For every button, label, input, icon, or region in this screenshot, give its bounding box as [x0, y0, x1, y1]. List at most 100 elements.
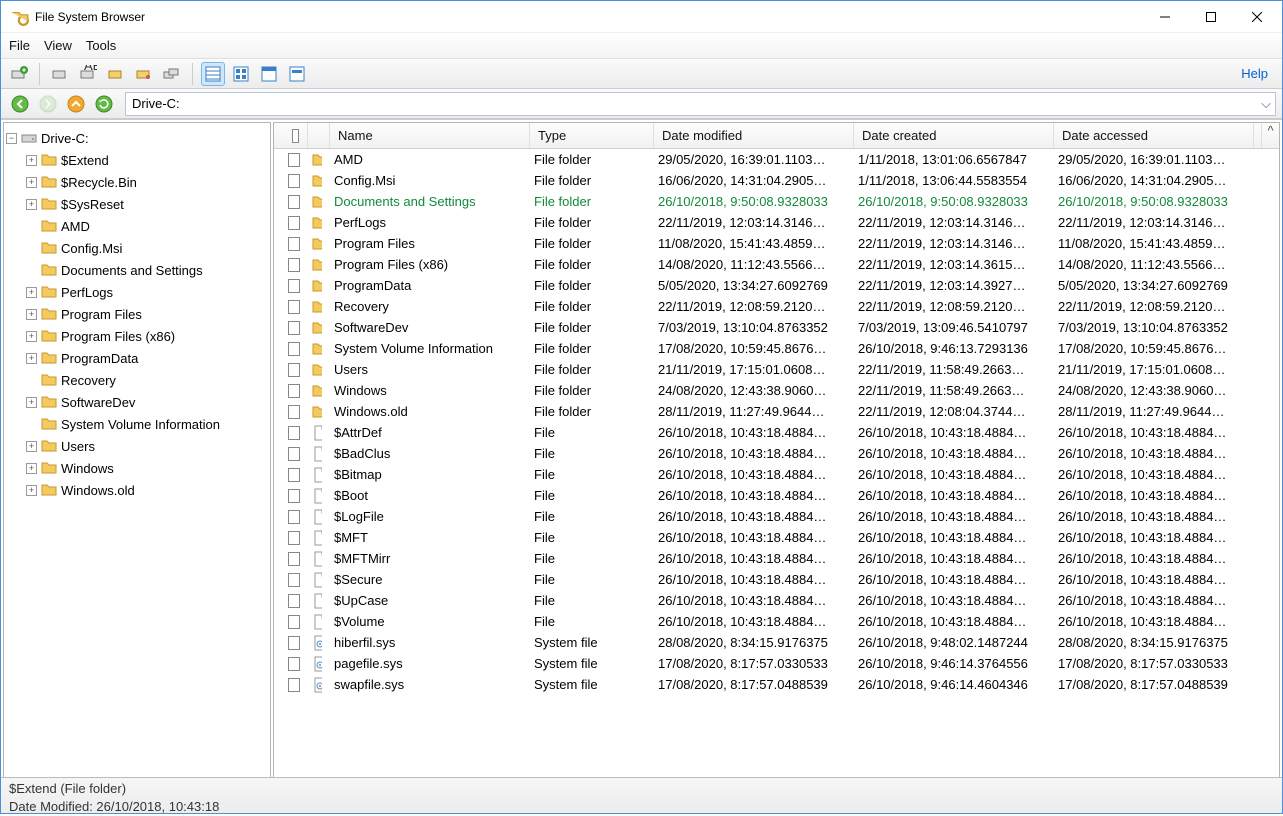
- tree-pane[interactable]: −Drive-C:+$Extend+$Recycle.Bin+$SysReset…: [3, 122, 271, 810]
- checkbox[interactable]: [288, 216, 300, 230]
- nav-refresh-button[interactable]: [91, 91, 117, 117]
- header-name[interactable]: Name: [330, 123, 530, 148]
- menu-file[interactable]: File: [9, 38, 30, 53]
- tree-item[interactable]: Config.Msi: [4, 237, 270, 259]
- tree-item[interactable]: +ProgramData: [4, 347, 270, 369]
- view-details-button[interactable]: [201, 62, 225, 86]
- tree-item[interactable]: +Windows: [4, 457, 270, 479]
- tree-item[interactable]: +Windows.old: [4, 479, 270, 501]
- header-date-created[interactable]: Date created: [854, 123, 1054, 148]
- drive-button-2[interactable]: ABC: [76, 62, 100, 86]
- checkbox[interactable]: [292, 129, 299, 143]
- address-bar[interactable]: Drive-C: ⌵: [125, 92, 1276, 116]
- table-row[interactable]: AMDFile folder29/05/2020, 16:39:01.1103……: [274, 149, 1279, 170]
- checkbox[interactable]: [288, 552, 300, 566]
- header-date-modified[interactable]: Date modified: [654, 123, 854, 148]
- add-drive-button[interactable]: [7, 62, 31, 86]
- table-body[interactable]: AMDFile folder29/05/2020, 16:39:01.1103……: [274, 149, 1279, 791]
- checkbox[interactable]: [288, 447, 300, 461]
- checkbox[interactable]: [288, 573, 300, 587]
- tree-item[interactable]: AMD: [4, 215, 270, 237]
- table-row[interactable]: Program Files (x86)File folder14/08/2020…: [274, 254, 1279, 275]
- table-row[interactable]: ProgramDataFile folder5/05/2020, 13:34:2…: [274, 275, 1279, 296]
- checkbox[interactable]: [288, 321, 300, 335]
- tree-item[interactable]: +PerfLogs: [4, 281, 270, 303]
- tree-item[interactable]: +$SysReset: [4, 193, 270, 215]
- tree-item[interactable]: +$Recycle.Bin: [4, 171, 270, 193]
- table-row[interactable]: pagefile.sysSystem file17/08/2020, 8:17:…: [274, 653, 1279, 674]
- expander-icon[interactable]: +: [26, 353, 37, 364]
- checkbox[interactable]: [288, 279, 300, 293]
- view-gallery-button[interactable]: [257, 62, 281, 86]
- table-row[interactable]: $SecureFile26/10/2018, 10:43:18.4884…26/…: [274, 569, 1279, 590]
- table-row[interactable]: $UpCaseFile26/10/2018, 10:43:18.4884…26/…: [274, 590, 1279, 611]
- drive-button-3[interactable]: [104, 62, 128, 86]
- table-row[interactable]: PerfLogsFile folder22/11/2019, 12:03:14.…: [274, 212, 1279, 233]
- checkbox[interactable]: [288, 615, 300, 629]
- checkbox[interactable]: [288, 342, 300, 356]
- checkbox[interactable]: [288, 258, 300, 272]
- expander-icon[interactable]: +: [26, 397, 37, 408]
- table-row[interactable]: $BitmapFile26/10/2018, 10:43:18.4884…26/…: [274, 464, 1279, 485]
- tree-item[interactable]: +Users: [4, 435, 270, 457]
- checkbox[interactable]: [288, 174, 300, 188]
- expander-icon[interactable]: +: [26, 485, 37, 496]
- checkbox[interactable]: [288, 384, 300, 398]
- header-checkbox-col[interactable]: [274, 123, 308, 148]
- header-date-accessed[interactable]: Date accessed: [1054, 123, 1254, 148]
- checkbox[interactable]: [288, 237, 300, 251]
- more-columns-icon[interactable]: ^: [1261, 123, 1279, 148]
- tree-item[interactable]: Recovery: [4, 369, 270, 391]
- view-icons-button[interactable]: [229, 62, 253, 86]
- checkbox[interactable]: [288, 531, 300, 545]
- expander-icon[interactable]: +: [26, 287, 37, 298]
- expander-icon[interactable]: +: [26, 177, 37, 188]
- nav-up-button[interactable]: [63, 91, 89, 117]
- drive-button-1[interactable]: [48, 62, 72, 86]
- header-type[interactable]: Type: [530, 123, 654, 148]
- table-row[interactable]: swapfile.sysSystem file17/08/2020, 8:17:…: [274, 674, 1279, 695]
- expander-icon[interactable]: +: [26, 199, 37, 210]
- table-row[interactable]: Windows.oldFile folder28/11/2019, 11:27:…: [274, 401, 1279, 422]
- checkbox[interactable]: [288, 636, 300, 650]
- checkbox[interactable]: [288, 468, 300, 482]
- table-row[interactable]: $MFTMirrFile26/10/2018, 10:43:18.4884…26…: [274, 548, 1279, 569]
- table-row[interactable]: SoftwareDevFile folder7/03/2019, 13:10:0…: [274, 317, 1279, 338]
- checkbox[interactable]: [288, 153, 300, 167]
- close-button[interactable]: [1234, 3, 1280, 31]
- tree-item[interactable]: System Volume Information: [4, 413, 270, 435]
- table-row[interactable]: $BadClusFile26/10/2018, 10:43:18.4884…26…: [274, 443, 1279, 464]
- checkbox[interactable]: [288, 678, 300, 692]
- tree-item[interactable]: Documents and Settings: [4, 259, 270, 281]
- table-row[interactable]: $MFTFile26/10/2018, 10:43:18.4884…26/10/…: [274, 527, 1279, 548]
- table-row[interactable]: RecoveryFile folder22/11/2019, 12:08:59.…: [274, 296, 1279, 317]
- checkbox[interactable]: [288, 489, 300, 503]
- tree-item[interactable]: +Program Files: [4, 303, 270, 325]
- table-row[interactable]: System Volume InformationFile folder17/0…: [274, 338, 1279, 359]
- tree-item[interactable]: +$Extend: [4, 149, 270, 171]
- table-row[interactable]: Documents and SettingsFile folder26/10/2…: [274, 191, 1279, 212]
- chevron-down-icon[interactable]: ⌵: [1261, 96, 1271, 112]
- tree-item[interactable]: +Program Files (x86): [4, 325, 270, 347]
- nav-back-button[interactable]: [7, 91, 33, 117]
- table-row[interactable]: UsersFile folder21/11/2019, 17:15:01.060…: [274, 359, 1279, 380]
- expander-icon[interactable]: +: [26, 463, 37, 474]
- expander-icon[interactable]: +: [26, 331, 37, 342]
- expander-icon[interactable]: +: [26, 155, 37, 166]
- checkbox[interactable]: [288, 657, 300, 671]
- table-row[interactable]: hiberfil.sysSystem file28/08/2020, 8:34:…: [274, 632, 1279, 653]
- table-row[interactable]: $VolumeFile26/10/2018, 10:43:18.4884…26/…: [274, 611, 1279, 632]
- table-row[interactable]: $BootFile26/10/2018, 10:43:18.4884…26/10…: [274, 485, 1279, 506]
- nav-forward-button[interactable]: [35, 91, 61, 117]
- menu-view[interactable]: View: [44, 38, 72, 53]
- checkbox[interactable]: [288, 594, 300, 608]
- table-row[interactable]: WindowsFile folder24/08/2020, 12:43:38.9…: [274, 380, 1279, 401]
- expander-icon[interactable]: −: [6, 133, 17, 144]
- view-hex-button[interactable]: [285, 62, 309, 86]
- checkbox[interactable]: [288, 300, 300, 314]
- menu-tools[interactable]: Tools: [86, 38, 116, 53]
- drive-button-5[interactable]: [160, 62, 184, 86]
- expander-icon[interactable]: +: [26, 441, 37, 452]
- drive-button-4[interactable]: [132, 62, 156, 86]
- tree-root[interactable]: −Drive-C:: [4, 127, 270, 149]
